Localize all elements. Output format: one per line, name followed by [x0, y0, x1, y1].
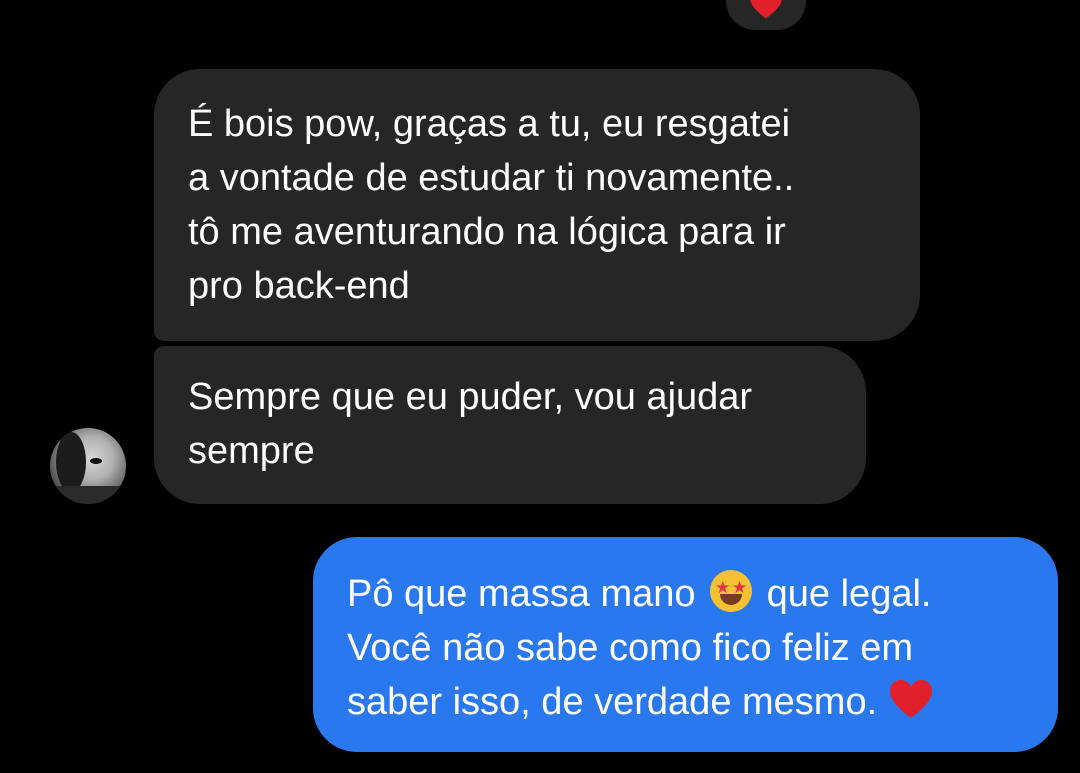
message-line: pro back-end — [188, 265, 410, 307]
message-line: sempre — [188, 430, 315, 472]
message-text: saber isso, de verdade mesmo. — [347, 681, 878, 723]
incoming-message-bubble[interactable]: É bois pow, graças a tu, eu resgatei a v… — [154, 69, 920, 341]
message-text: que legal. — [766, 573, 932, 615]
message-line: É bois pow, graças a tu, eu resgatei — [188, 103, 791, 145]
message-line: Pô que massa mano ★ ★ que legal. — [347, 567, 1028, 621]
message-line: tô me aventurando na lógica para ir — [188, 211, 786, 253]
incoming-message-bubble[interactable]: Sempre que eu puder, vou ajudar sempre — [154, 346, 866, 504]
star-struck-emoji: ★ ★ — [710, 570, 753, 612]
contact-avatar[interactable] — [50, 428, 126, 504]
heart-icon — [889, 680, 932, 718]
message-reaction-badge[interactable] — [726, 0, 806, 30]
heart-icon — [750, 0, 782, 19]
message-line: a vontade de estudar ti novamente.. — [188, 157, 795, 199]
message-line: Sempre que eu puder, vou ajudar — [188, 376, 753, 418]
message-line: Você não sabe como fico feliz em — [347, 627, 914, 669]
message-text: Pô que massa mano — [347, 573, 696, 615]
message-line: saber isso, de verdade mesmo. — [347, 675, 1028, 729]
outgoing-message-bubble[interactable]: Pô que massa mano ★ ★ que legal. Você não… — [313, 537, 1058, 752]
